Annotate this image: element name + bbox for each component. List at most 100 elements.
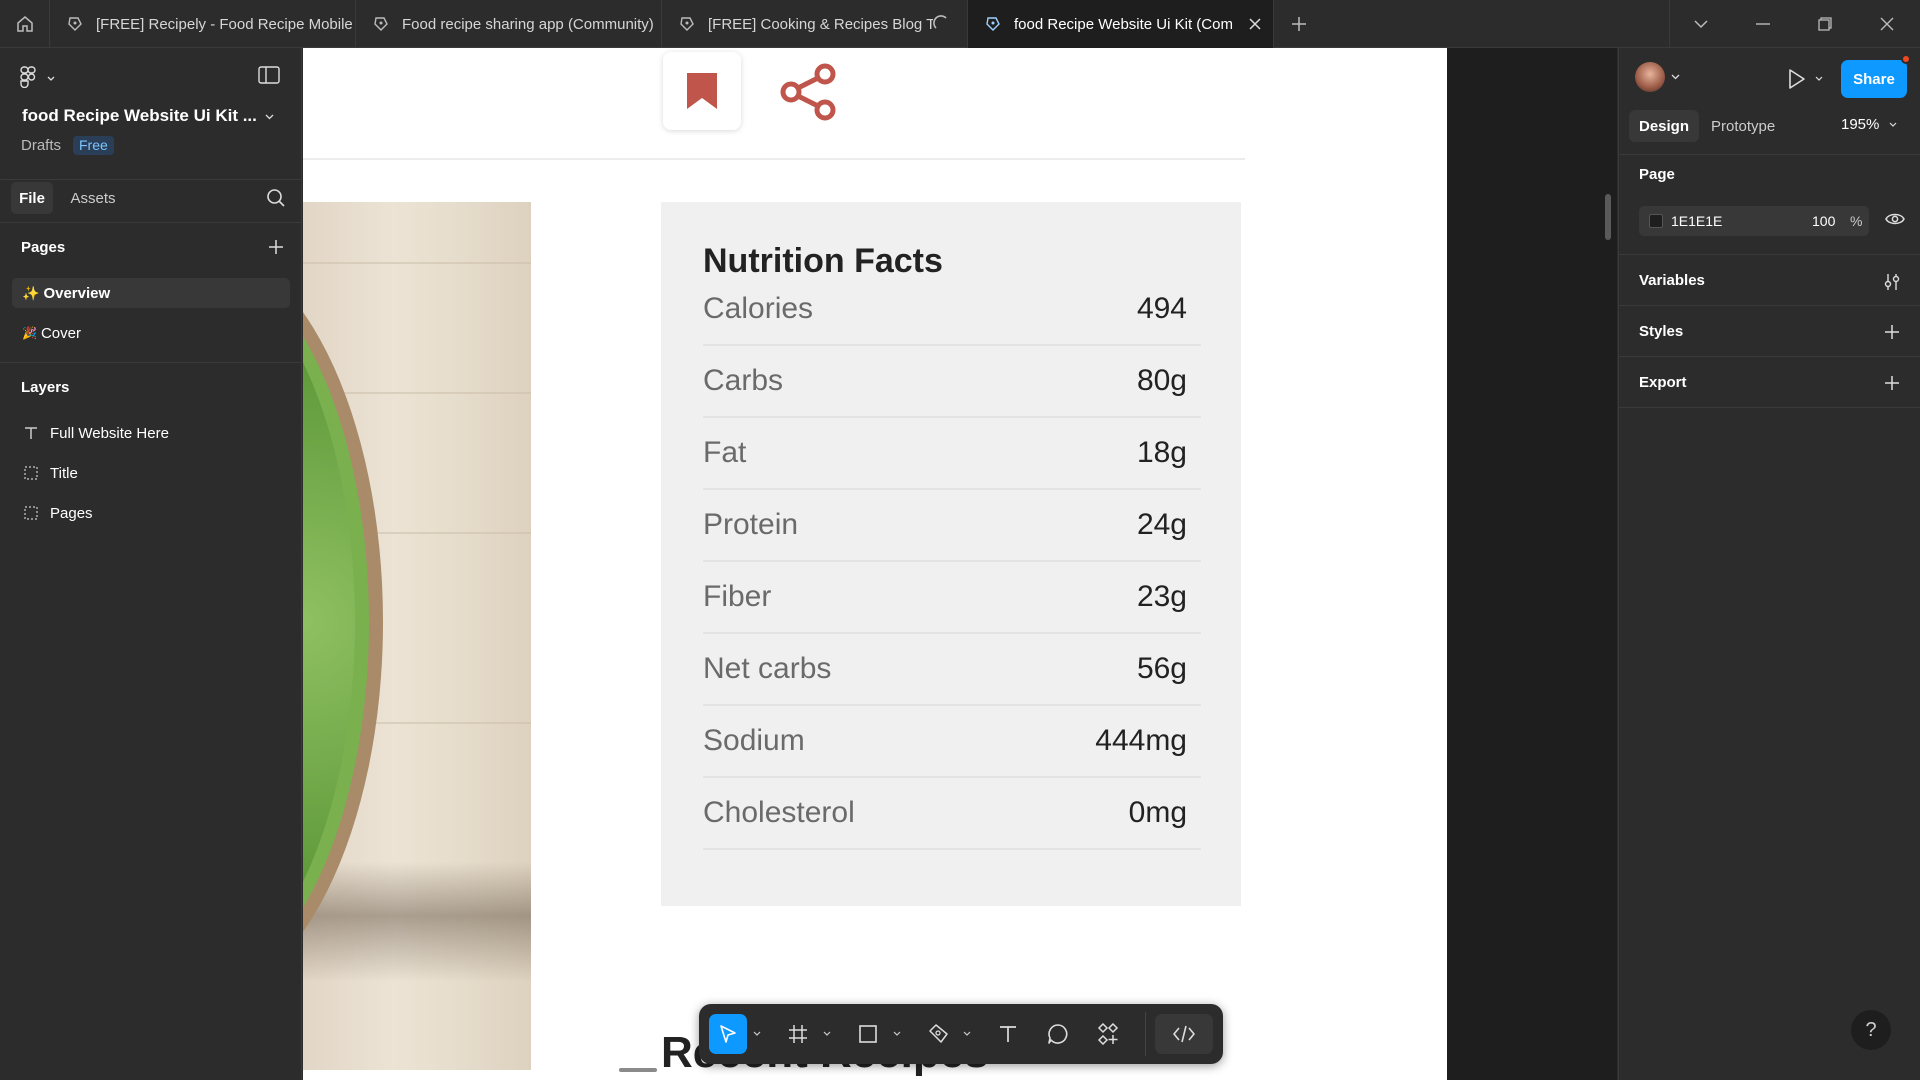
divider [1619,305,1920,306]
frame-dashed-icon [24,506,38,520]
rectangle-icon [859,1025,877,1043]
dev-mode-toggle[interactable] [1155,1014,1213,1054]
chevron-down-icon[interactable] [753,1030,761,1038]
restore-button[interactable] [1794,0,1856,48]
nutrient-label: Carbs [703,364,784,397]
actions-tool[interactable] [1089,1014,1127,1054]
divider [1619,407,1920,408]
page-item-cover[interactable]: 🎉 Cover [12,318,290,348]
tab-prototype[interactable]: Prototype [1701,110,1785,142]
zoom-level[interactable]: 195% [1841,116,1879,133]
layer-label: Pages [50,504,93,522]
page-heading: Page [1639,166,1675,183]
add-page-icon[interactable] [268,239,284,255]
file-location[interactable]: Drafts [21,137,61,154]
bookmark-button[interactable] [663,52,741,130]
divider [0,179,302,180]
components-icon [1097,1023,1119,1045]
tab-cooking-blog[interactable]: [FREE] Cooking & Recipes Blog T [662,0,968,48]
add-export-button[interactable] [1880,371,1904,395]
chevron-down-icon[interactable] [265,114,274,120]
nutrient-value: 24g [1136,508,1187,541]
pages-heading: Pages [21,239,66,256]
shadow [303,862,531,982]
text-tool[interactable] [989,1014,1027,1054]
toggle-sidebar-button[interactable] [258,66,284,88]
add-style-button[interactable] [1880,320,1904,344]
divider [0,362,302,363]
code-icon [1173,1025,1195,1043]
comment-tool[interactable] [1039,1014,1077,1054]
export-label: Export [1639,374,1687,391]
vertical-scrollbar[interactable] [1605,194,1611,240]
color-swatch[interactable] [1649,214,1663,228]
nutrient-label: Fiber [703,580,772,613]
canvas[interactable]: Nutrition Facts Calories 494 Carbs 80g F… [303,48,1617,1080]
nutrient-value: 494 [1136,292,1187,325]
help-button[interactable]: ? [1851,1010,1891,1050]
loading-spinner-icon [933,15,947,29]
move-tool[interactable] [709,1014,747,1054]
chevron-down-icon[interactable] [823,1030,831,1038]
divider [1619,356,1920,357]
variables-button[interactable] [1880,270,1904,294]
page-color-hex[interactable]: 1E1E1E [1671,213,1722,229]
chevron-down-icon[interactable] [1671,74,1680,80]
figma-file-icon [680,17,694,31]
tab-assets[interactable]: Assets [60,182,126,214]
close-window-button[interactable] [1856,0,1918,48]
share-icon[interactable] [779,62,839,122]
chevron-down-icon[interactable] [893,1030,901,1038]
avatar[interactable] [1635,62,1665,92]
minimize-icon [1756,23,1770,25]
tab-design[interactable]: Design [1629,110,1700,142]
layer-item[interactable]: Title [24,458,78,488]
frame-tool[interactable] [779,1014,817,1054]
home-button[interactable] [0,0,50,48]
nutrient-value: 23g [1136,580,1187,613]
nutrient-value: 56g [1136,652,1187,685]
search-icon[interactable] [266,188,286,208]
notification-dot [1901,54,1911,64]
nutrition-row: Fat 18g [703,418,1201,490]
chevron-down-icon[interactable] [1889,122,1897,128]
main-menu-button[interactable] [20,66,60,90]
share-button[interactable]: Share [1841,60,1907,98]
design-frame[interactable]: Nutrition Facts Calories 494 Carbs 80g F… [303,48,1447,1080]
minimize-button[interactable] [1732,0,1794,48]
close-icon [1249,18,1261,30]
pen-icon [929,1024,948,1043]
new-tab-button[interactable] [1274,0,1324,48]
page-color-field[interactable]: 1E1E1E 100 % [1639,206,1869,236]
close-tab-button[interactable] [1237,0,1273,48]
layer-item[interactable]: Full Website Here [24,418,169,448]
play-icon[interactable] [1787,68,1807,90]
file-name[interactable]: food Recipe Website Ui Kit ... [22,106,257,126]
nutrient-label: Calories [703,292,814,325]
chevron-down-icon [47,76,55,81]
tab-food-sharing[interactable]: Food recipe sharing app (Community) [356,0,662,48]
figma-logo-icon [20,66,36,88]
text-icon [25,427,37,439]
page-opacity[interactable]: 100 [1812,213,1835,229]
rectangle-tool[interactable] [849,1014,887,1054]
nutrient-label: Cholesterol [703,796,855,829]
tabs-dropdown-button[interactable] [1670,0,1732,48]
layer-label: Full Website Here [50,424,169,442]
horizontal-scrollbar[interactable] [619,1068,657,1072]
nutrition-row: Fiber 23g [703,562,1201,634]
frame-icon [789,1025,807,1043]
figma-file-icon [68,17,82,31]
chevron-down-icon[interactable] [963,1030,971,1038]
tab-file[interactable]: File [11,182,53,214]
pen-tool[interactable] [919,1014,957,1054]
layer-label: Title [50,464,78,482]
figma-file-icon [374,17,388,31]
chevron-down-icon[interactable] [1815,76,1823,82]
tab-food-recipe-website[interactable]: food Recipe Website Ui Kit (Com [968,0,1274,48]
eye-icon[interactable] [1885,211,1905,227]
bookmark-icon [687,73,717,109]
page-item-overview[interactable]: ✨ Overview [12,278,290,308]
layer-item[interactable]: Pages [24,498,93,528]
tab-recipely[interactable]: [FREE] Recipely - Food Recipe Mobile [50,0,356,48]
